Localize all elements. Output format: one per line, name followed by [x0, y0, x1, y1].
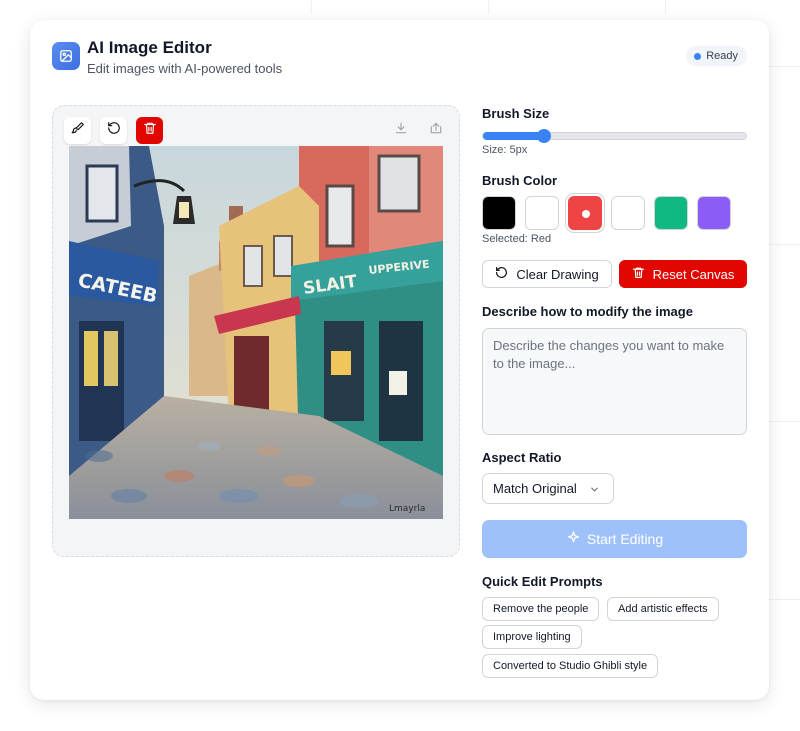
delete-button[interactable]	[136, 117, 163, 144]
color-swatch[interactable]	[482, 196, 516, 230]
start-editing-label: Start Editing	[586, 531, 664, 547]
slider-thumb[interactable]	[536, 129, 551, 143]
status-dot	[694, 52, 702, 60]
chevron-down-icon	[589, 483, 600, 498]
undo-icon	[107, 121, 121, 140]
brush-color-label: Brush Color	[482, 173, 558, 188]
app-title: AI Image Editor	[87, 38, 212, 57]
edit-image[interactable]: SLAIT UPPERIVE CATEEB Lmayrla	[69, 146, 443, 519]
status-badge: Ready	[686, 46, 747, 66]
aspect-ratio-select[interactable]: Match Original	[482, 473, 614, 504]
trash-icon	[632, 266, 653, 282]
color-swatch[interactable]	[697, 196, 731, 230]
quick-prompts-label: Quick Edit Prompts	[482, 574, 603, 589]
quick-prompt-chip[interactable]: Remove the people	[482, 597, 600, 621]
color-swatch[interactable]	[525, 196, 559, 230]
brush-icon	[71, 121, 85, 140]
upload-button[interactable]	[422, 117, 449, 144]
reset-canvas-label: Reset Canvas	[652, 266, 735, 282]
color-swatch[interactable]	[654, 196, 688, 230]
reset-canvas-button[interactable]: Reset Canvas	[619, 260, 747, 288]
brush-size-slider[interactable]	[482, 129, 747, 143]
clear-drawing-label: Clear Drawing	[516, 266, 599, 282]
aspect-ratio-label: Aspect Ratio	[482, 450, 562, 465]
editor-card: AI Image Editor Edit images with AI-powe…	[30, 20, 769, 700]
quick-prompt-chip[interactable]: Converted to Studio Ghibli style	[482, 654, 659, 678]
brush-tool-button[interactable]	[64, 117, 91, 144]
slider-fill	[483, 132, 544, 140]
prompt-label: Describe how to modify the image	[482, 304, 693, 319]
sparkle-icon	[566, 530, 587, 548]
upload-icon	[429, 121, 443, 140]
brush-size-value: Size: 5px	[482, 144, 528, 156]
download-button[interactable]	[387, 117, 414, 144]
selected-color-text: Selected: Red	[482, 233, 552, 245]
undo-icon	[495, 266, 516, 282]
quick-prompt-chip[interactable]: Improve lighting	[482, 625, 582, 649]
color-swatch[interactable]	[611, 196, 645, 230]
color-swatch[interactable]	[568, 196, 602, 230]
status-text: Ready	[706, 50, 738, 62]
quick-prompt-chip[interactable]: Add artistic effects	[607, 597, 719, 621]
start-editing-button[interactable]: Start Editing	[482, 520, 747, 558]
canvas-area[interactable]: SLAIT UPPERIVE CATEEB Lmayrla	[52, 105, 460, 557]
clear-drawing-button[interactable]: Clear Drawing	[482, 260, 612, 288]
prompt-input[interactable]	[482, 328, 747, 435]
color-swatches	[482, 196, 731, 230]
aspect-ratio-value: Match Original	[493, 481, 577, 496]
undo-button[interactable]	[100, 117, 127, 144]
download-icon	[394, 121, 408, 140]
svg-text:Lmayrla: Lmayrla	[389, 504, 425, 514]
brush-size-label: Brush Size	[482, 106, 550, 121]
app-subtitle: Edit images with AI-powered tools	[87, 61, 283, 76]
image-icon	[52, 42, 80, 70]
trash-icon	[143, 121, 157, 140]
